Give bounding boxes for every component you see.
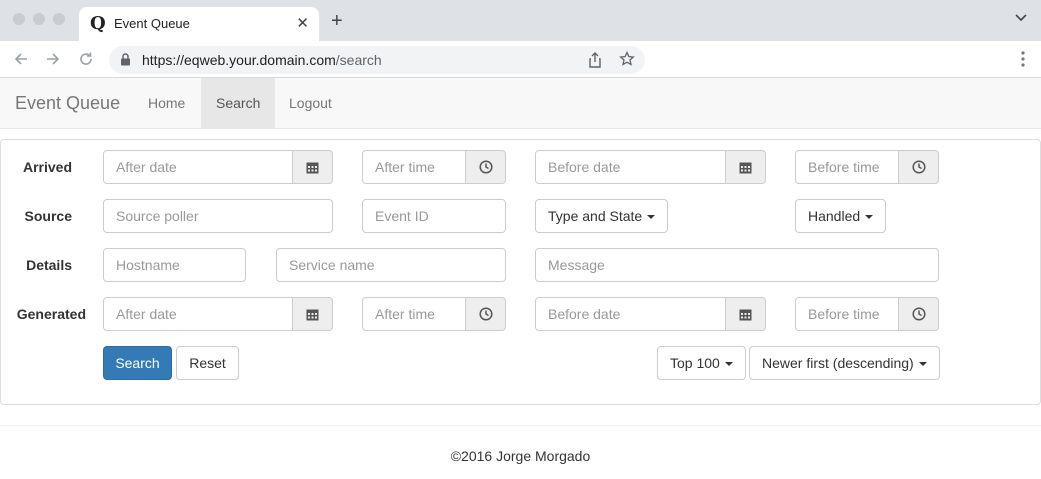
calendar-icon[interactable]: [726, 297, 766, 331]
calendar-icon[interactable]: [726, 150, 766, 184]
arrived-before-time-input[interactable]: Before time: [795, 150, 899, 184]
url-text[interactable]: https://eqweb.your.domain.com/search: [142, 52, 382, 68]
share-icon[interactable]: [588, 52, 602, 68]
clock-icon[interactable]: [466, 150, 506, 184]
reset-button[interactable]: Reset: [176, 346, 239, 380]
arrived-after-date-input[interactable]: After date: [103, 150, 293, 184]
window-zoom-dot[interactable]: [53, 13, 65, 25]
back-arrow-icon[interactable]: [13, 51, 29, 67]
clock-icon[interactable]: [899, 150, 939, 184]
caret-down-icon: [865, 215, 874, 220]
hostname-input[interactable]: Hostname: [103, 248, 246, 282]
calendar-icon[interactable]: [293, 297, 333, 331]
caret-down-icon: [918, 362, 927, 367]
browser-tab[interactable]: Q Event Queue ✕: [79, 7, 319, 41]
generated-before-date-input[interactable]: Before date: [535, 297, 726, 331]
bookmark-star-icon[interactable]: [619, 51, 635, 67]
lock-icon[interactable]: [120, 53, 131, 66]
new-tab-icon[interactable]: +: [331, 10, 343, 33]
address-toolbar: https://eqweb.your.domain.com/search: [0, 41, 1041, 78]
calendar-icon[interactable]: [293, 150, 333, 184]
source-label: Source: [24, 208, 72, 224]
caret-down-icon: [647, 215, 656, 220]
nav-logout-link[interactable]: Logout: [274, 78, 347, 128]
tab-close-icon[interactable]: ✕: [296, 14, 309, 32]
favicon: Q: [90, 13, 106, 34]
window-minimize-dot[interactable]: [33, 13, 45, 25]
generated-after-time-input[interactable]: After time: [362, 297, 466, 331]
footer-copyright: ©2016 Jorge Morgado: [450, 448, 591, 464]
omnibox[interactable]: https://eqweb.your.domain.com/search: [109, 46, 645, 74]
tab-list-chevron-icon[interactable]: [1015, 14, 1027, 22]
event-id-input[interactable]: Event ID: [362, 199, 506, 233]
arrived-before-date-input[interactable]: Before date: [535, 150, 726, 184]
type-and-state-dropdown[interactable]: Type and State: [535, 199, 669, 233]
app-navbar: Event Queue Home Search Logout: [0, 78, 1041, 129]
sort-order-dropdown[interactable]: Newer first (descending): [749, 346, 940, 380]
browser-menu-icon[interactable]: [1021, 51, 1025, 67]
generated-label: Generated: [16, 306, 86, 322]
search-button[interactable]: Search: [103, 346, 172, 380]
service-name-input[interactable]: Service name: [276, 248, 506, 282]
generated-after-date-input[interactable]: After date: [103, 297, 293, 331]
result-limit-dropdown[interactable]: Top 100: [657, 346, 746, 380]
source-poller-input[interactable]: Source poller: [103, 199, 333, 233]
generated-before-time-input[interactable]: Before time: [795, 297, 899, 331]
window-close-dot[interactable]: [13, 13, 25, 25]
handled-dropdown[interactable]: Handled: [795, 199, 887, 233]
nav-home-link[interactable]: Home: [133, 78, 200, 128]
nav-search-link[interactable]: Search: [201, 78, 276, 128]
clock-icon[interactable]: [466, 297, 506, 331]
caret-down-icon: [724, 362, 733, 367]
footer-divider: [0, 425, 1041, 426]
reload-icon[interactable]: [78, 51, 94, 67]
arrived-label: Arrived: [22, 159, 72, 175]
navbar-brand[interactable]: Event Queue: [15, 93, 120, 114]
message-input[interactable]: Message: [535, 248, 939, 282]
details-label: Details: [26, 257, 72, 273]
search-form-panel: Arrived After date After time Before dat…: [0, 139, 1041, 405]
arrived-after-time-input[interactable]: After time: [362, 150, 466, 184]
forward-arrow-icon[interactable]: [45, 51, 61, 67]
tab-title: Event Queue: [114, 16, 190, 31]
clock-icon[interactable]: [899, 297, 939, 331]
browser-tab-bar: Q Event Queue ✕ +: [0, 0, 1041, 41]
